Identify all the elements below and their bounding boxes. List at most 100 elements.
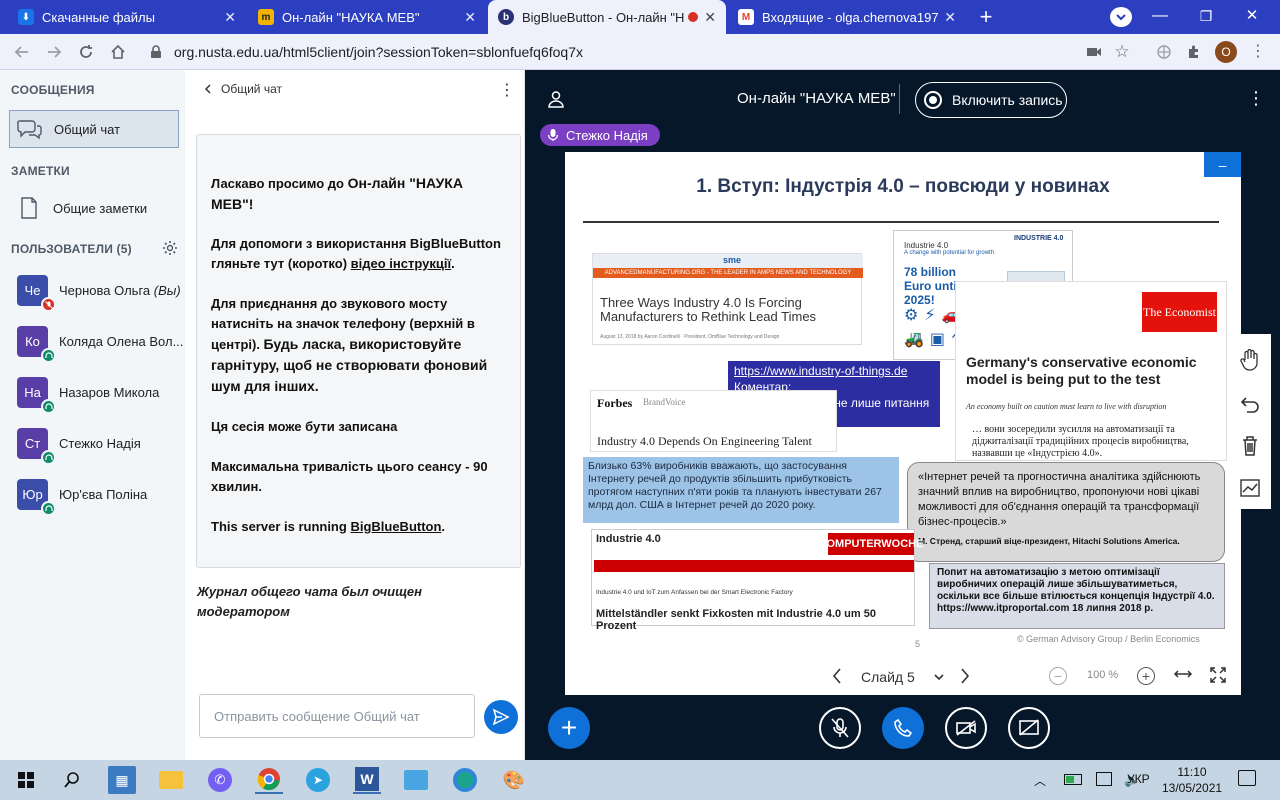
- tab-gmail[interactable]: M Входящие - olga.chernova1974@ ✕: [728, 0, 966, 34]
- slide-selector-label: Слайд 5: [861, 669, 915, 685]
- next-slide-button[interactable]: [959, 667, 975, 687]
- user-list-item[interactable]: Че Чернова Ольга (Вы): [0, 265, 185, 315]
- automation-demand-box: Попит на автоматизацію з метою оптимізац…: [929, 563, 1225, 629]
- sme-logo: sme: [723, 255, 742, 265]
- network-icon[interactable]: [1096, 772, 1112, 786]
- slide-selector[interactable]: Слайд 5: [861, 667, 945, 687]
- calculator-app[interactable]: ▦: [108, 766, 136, 794]
- chat-options-button[interactable]: ⋮: [499, 80, 515, 100]
- back-button[interactable]: [10, 40, 34, 64]
- show-hidden-icons-button[interactable]: ︿: [1034, 772, 1046, 789]
- actions-button[interactable]: +: [548, 707, 590, 749]
- arrows-horizontal-icon: [1173, 670, 1193, 678]
- bookmark-button[interactable]: ☆: [1110, 40, 1134, 64]
- chat-message-input[interactable]: Отправить сообщение Общий чат: [199, 694, 475, 738]
- file-explorer-app[interactable]: [157, 766, 185, 794]
- arrow-left-icon: [14, 46, 28, 58]
- clock[interactable]: 11:10 13/05/2021: [1162, 764, 1222, 796]
- start-button[interactable]: [12, 766, 40, 794]
- sme-title: Three Ways Industry 4.0 Is Forcing Manuf…: [600, 295, 817, 324]
- close-icon[interactable]: ✕: [704, 9, 716, 26]
- user-list-item[interactable]: Ст Стежко Надія: [0, 418, 185, 468]
- input-language[interactable]: УКР: [1127, 772, 1150, 786]
- photos-app[interactable]: [402, 766, 430, 794]
- battery-icon[interactable]: [1064, 774, 1082, 785]
- forward-button[interactable]: [42, 40, 66, 64]
- user-list-toggle[interactable]: [547, 90, 565, 108]
- fit-width-button[interactable]: [1173, 667, 1195, 687]
- share-webcam-button[interactable]: [945, 707, 987, 749]
- headset-icon: [41, 348, 56, 363]
- fullscreen-button[interactable]: [1209, 666, 1229, 686]
- search-button[interactable]: [58, 766, 86, 794]
- chat-panel: Общий чат ⋮ Ласкаво просимо до Он-лайн "…: [185, 70, 525, 760]
- tab-bigbluebutton[interactable]: b BigBlueButton - Он-лайн "Н ✕: [488, 0, 726, 34]
- public-chat-item[interactable]: Общий чат: [9, 110, 179, 148]
- restore-button[interactable]: ❐: [1198, 6, 1214, 26]
- economist-subtitle: An economy built on caution must learn t…: [966, 402, 1167, 411]
- heading-rule: [583, 221, 1219, 223]
- browser-menu-button[interactable]: ⋮: [1250, 42, 1266, 62]
- user-list-item[interactable]: На Назаров Микола: [0, 367, 185, 417]
- zoom-in-button[interactable]: +: [1137, 667, 1155, 685]
- chevron-down-icon: [934, 674, 944, 681]
- close-icon[interactable]: ✕: [224, 9, 236, 26]
- tab-downloads[interactable]: ⬇ Скачанные файлы ✕: [8, 0, 246, 34]
- meeting-title: Он-лайн "НАУКА МЕВ": [737, 90, 896, 107]
- pan-tool-button[interactable]: [1228, 338, 1271, 381]
- talking-indicator[interactable]: Стежко Надія: [540, 124, 660, 146]
- home-button[interactable]: [106, 40, 130, 64]
- iot-link[interactable]: https://www.industry-of-things.de: [734, 363, 934, 379]
- moodle-icon: m: [258, 9, 274, 25]
- extension-button[interactable]: [1152, 40, 1176, 64]
- phone-icon: [894, 718, 913, 737]
- address-bar[interactable]: org.nusta.edu.ua/html5client/join?sessio…: [140, 38, 1145, 66]
- extensions-menu-button[interactable]: [1182, 40, 1206, 64]
- automation-demand-source: https://www.itproportal.com 18 липня 201…: [937, 603, 1154, 614]
- chevron-right-icon: [961, 668, 970, 684]
- word-app[interactable]: W: [353, 766, 381, 794]
- zoom-out-button[interactable]: −: [1049, 667, 1067, 685]
- user-name: Стежко Надія: [59, 435, 141, 451]
- tab-search-button[interactable]: [1110, 7, 1132, 27]
- camera-indicator[interactable]: [1082, 40, 1106, 64]
- tab-nauka-mev[interactable]: m Он-лайн "НАУКА МЕВ" ✕: [248, 0, 486, 34]
- close-icon[interactable]: ✕: [944, 9, 956, 26]
- previous-slide-button[interactable]: [831, 667, 847, 687]
- search-icon: [64, 772, 79, 788]
- notifications-icon[interactable]: [1238, 770, 1256, 786]
- record-button[interactable]: Включить запись: [915, 82, 1067, 118]
- close-window-button[interactable]: ✕: [1244, 6, 1260, 26]
- chrome-app[interactable]: [255, 766, 283, 794]
- user-list-item[interactable]: Ко Коляда Олена Вол...: [0, 316, 185, 366]
- telegram-app[interactable]: ➤: [304, 766, 332, 794]
- edge-app[interactable]: [451, 766, 479, 794]
- viber-app[interactable]: ✆: [206, 766, 234, 794]
- gmail-icon: M: [738, 9, 754, 25]
- minimize-presentation-button[interactable]: –: [1204, 152, 1241, 177]
- profile-avatar[interactable]: O: [1215, 41, 1237, 63]
- meeting-options-button[interactable]: ⋮: [1247, 88, 1265, 109]
- shared-notes-item[interactable]: Общие заметки: [9, 189, 179, 227]
- clear-annotations-button[interactable]: [1228, 424, 1271, 467]
- leave-audio-button[interactable]: [882, 707, 924, 749]
- multi-user-whiteboard-button[interactable]: [1228, 466, 1271, 509]
- minimize-button[interactable]: —: [1152, 8, 1168, 24]
- paint-app[interactable]: 🎨: [500, 766, 528, 794]
- chat-back-button[interactable]: Общий чат: [203, 82, 282, 96]
- user-settings-button[interactable]: [162, 240, 178, 256]
- video-instructions-link[interactable]: відео інструкції: [351, 256, 451, 271]
- chevron-left-icon: [204, 84, 211, 94]
- share-screen-button[interactable]: [1008, 707, 1050, 749]
- bigbluebutton-link[interactable]: BigBlueButton: [350, 519, 441, 534]
- reload-button[interactable]: [74, 40, 98, 64]
- user-list-item[interactable]: Юр Юр'єва Поліна: [0, 469, 185, 519]
- close-icon[interactable]: ✕: [464, 9, 476, 26]
- mute-microphone-button[interactable]: [819, 707, 861, 749]
- camera-icon: [1087, 48, 1101, 56]
- send-message-button[interactable]: [484, 700, 518, 734]
- presentation-toolbar: Слайд 5 − 100 % +: [565, 659, 1241, 695]
- undo-annotation-button[interactable]: [1228, 382, 1271, 425]
- new-tab-button[interactable]: +: [972, 4, 1000, 29]
- computerwoche-nav: [594, 560, 914, 572]
